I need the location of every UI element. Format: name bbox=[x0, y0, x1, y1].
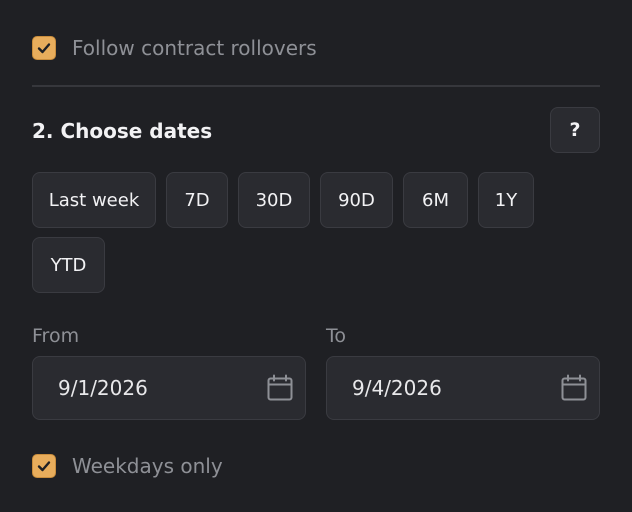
to-date-input[interactable]: 9/4/2026 bbox=[326, 356, 600, 420]
preset-7d-button[interactable]: 7D bbox=[166, 172, 228, 228]
checkmark-icon bbox=[37, 461, 51, 472]
preset-6m-button[interactable]: 6M bbox=[403, 172, 468, 228]
follow-rollovers-label: Follow contract rollovers bbox=[72, 36, 317, 60]
preset-90d-button[interactable]: 90D bbox=[320, 172, 393, 228]
from-date-input[interactable]: 9/1/2026 bbox=[32, 356, 306, 420]
to-label: To bbox=[326, 325, 347, 347]
from-label: From bbox=[32, 325, 80, 347]
follow-rollovers-row[interactable]: Follow contract rollovers bbox=[32, 36, 317, 60]
preset-30d-button[interactable]: 30D bbox=[238, 172, 310, 228]
weekdays-only-row[interactable]: Weekdays only bbox=[32, 454, 223, 478]
checkmark-icon bbox=[37, 43, 51, 54]
preset-last-week-button[interactable]: Last week bbox=[32, 172, 156, 228]
preset-ytd-button[interactable]: YTD bbox=[32, 237, 105, 293]
section-divider bbox=[32, 85, 600, 87]
preset-1y-button[interactable]: 1Y bbox=[478, 172, 534, 228]
follow-rollovers-checkbox[interactable] bbox=[32, 36, 56, 60]
weekdays-only-checkbox[interactable] bbox=[32, 454, 56, 478]
section-title: 2. Choose dates bbox=[32, 119, 213, 143]
to-date-value: 9/4/2026 bbox=[352, 376, 442, 400]
calendar-icon[interactable] bbox=[265, 373, 295, 403]
weekdays-only-label: Weekdays only bbox=[72, 454, 223, 478]
calendar-icon[interactable] bbox=[559, 373, 589, 403]
from-date-value: 9/1/2026 bbox=[58, 376, 148, 400]
help-button[interactable]: ? bbox=[550, 107, 600, 153]
